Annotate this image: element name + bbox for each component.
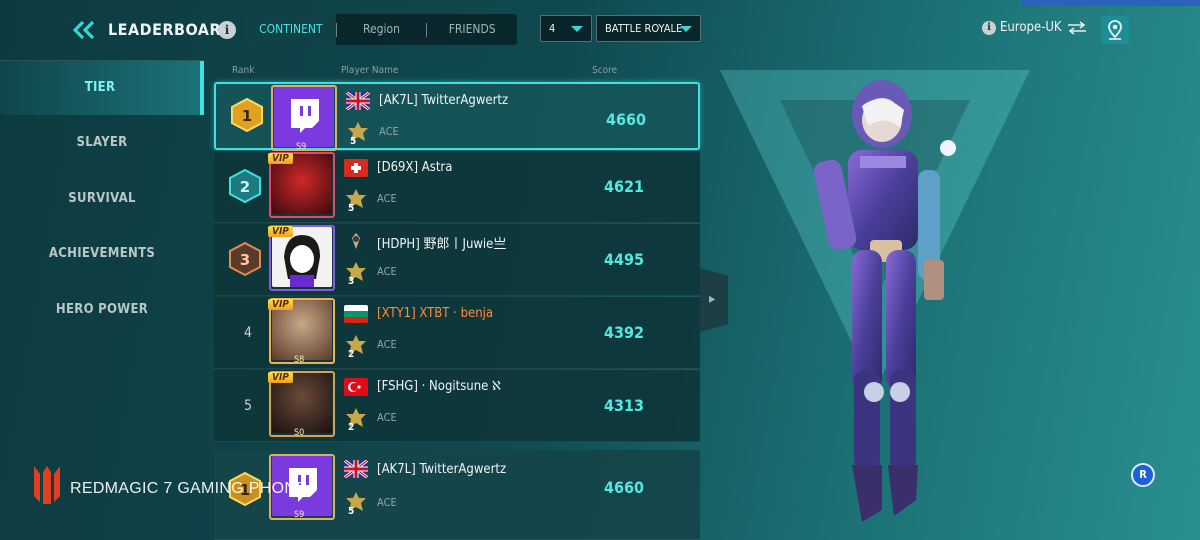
score-value: 4313 — [603, 396, 645, 415]
score-value: 4392 — [603, 323, 645, 342]
chevron-down-icon — [680, 26, 692, 32]
flag-turkey-icon — [344, 378, 368, 396]
table-row[interactable]: 1 S9 [AK7L] TwitterAgwertz 5 ACE 4660 — [214, 82, 700, 152]
tier-label: ACE — [377, 265, 397, 278]
flag-uk-icon — [344, 460, 368, 478]
location-button[interactable] — [1101, 16, 1129, 44]
tier-label: ACE — [379, 125, 399, 138]
rank-number: 5 — [243, 398, 252, 414]
redmagic-logo-icon — [34, 466, 60, 504]
location-pin-icon — [1108, 20, 1122, 40]
flag-uk-icon — [346, 92, 370, 110]
swap-icon[interactable] — [1066, 20, 1088, 35]
player-name[interactable]: [FSHG] · Nogitsune ℵ — [377, 379, 501, 394]
score-value: 4660 — [603, 478, 645, 497]
column-header-player: Player Name — [341, 65, 399, 76]
chevron-down-icon — [571, 26, 583, 32]
season-label: S8 — [294, 355, 305, 365]
region-label: Europe-UK — [1000, 20, 1062, 35]
tier-label: ACE — [377, 496, 397, 509]
mode-select-value: BATTLE ROYALE — [605, 22, 683, 35]
count-select-value: 4 — [549, 22, 556, 35]
tier-label: ACE — [377, 338, 397, 351]
tier-label: ACE — [377, 192, 397, 205]
hero-character — [813, 80, 956, 522]
rank-number: 3 — [240, 251, 250, 269]
score-value: 4495 — [603, 250, 645, 269]
sidebar-item-slayer[interactable]: SLAYER — [0, 116, 204, 170]
region-switcher[interactable]: i Europe-UK — [982, 20, 1088, 35]
vip-badge: VIP — [268, 299, 293, 310]
player-name[interactable]: [HDPH] 野郎丨Juwie亗 — [377, 233, 506, 252]
rank-number: 4 — [243, 325, 252, 341]
sidebar-item-tier[interactable]: TIER — [0, 61, 204, 115]
collapse-panel-tab[interactable]: ▸ — [700, 268, 728, 332]
page-title: LEADERBOARD — [108, 20, 234, 39]
score-value: 4621 — [603, 177, 645, 196]
sidebar-item-achievements[interactable]: ACHIEVEMENTS — [0, 227, 204, 281]
rank-2-badge-icon: 2 — [229, 169, 261, 203]
tier-level: 5 — [350, 136, 357, 147]
player-name[interactable]: [D69X] Astra — [377, 160, 452, 175]
player-name[interactable]: [AK7L] TwitterAgwertz — [377, 462, 506, 477]
tier-level: 5 — [348, 506, 355, 517]
header: LEADERBOARD i CONTINENT Region FRIENDS 4… — [0, 0, 1200, 60]
season-label: S9 — [294, 510, 305, 520]
tier-level: 3 — [348, 276, 355, 287]
back-icon[interactable] — [72, 20, 98, 40]
count-select[interactable]: 4 — [540, 15, 592, 42]
device-watermark: REDMAGIC 7 GAMING PHONE — [70, 480, 308, 497]
score-value: 4660 — [605, 110, 647, 129]
clan-emblem-icon — [352, 233, 360, 249]
tab-friends[interactable]: FRIENDS — [427, 14, 517, 45]
vip-badge: VIP — [268, 372, 293, 383]
tier-level: 5 — [348, 203, 355, 214]
rank-3-badge-icon: 3 — [229, 242, 261, 276]
r-floating-button[interactable]: R — [1131, 463, 1155, 487]
rank-number: 1 — [242, 107, 252, 125]
tab-region[interactable]: Region — [337, 14, 427, 45]
column-header-score: Score — [592, 65, 618, 76]
table-row[interactable]: 4 VIP S8 [XTY1] XTBT · benja 2 ACE 4392 — [214, 297, 700, 369]
mode-select[interactable]: BATTLE ROYALE — [596, 15, 701, 42]
vip-badge: VIP — [268, 153, 293, 164]
table-row[interactable]: 2 VIP [D69X] Astra 5 ACE 4621 — [214, 151, 700, 223]
tier-level: 2 — [348, 349, 355, 360]
region-info-icon[interactable]: i — [982, 20, 996, 35]
sidebar-item-survival[interactable]: SURVIVAL — [0, 172, 204, 226]
tab-continent[interactable]: CONTINENT — [246, 14, 336, 45]
player-name[interactable]: [XTY1] XTBT · benja — [377, 306, 493, 321]
flag-switzerland-icon — [344, 159, 368, 177]
season-label: S0 — [294, 428, 305, 438]
scope-tabs: CONTINENT Region FRIENDS — [246, 14, 517, 45]
tier-label: ACE — [377, 411, 397, 424]
table-row[interactable]: 3 VIP [HDPH] 野郎丨Juwie亗 3 ACE 4495 — [214, 224, 700, 296]
rank-number: 2 — [240, 178, 250, 196]
vip-badge: VIP — [268, 226, 293, 237]
info-icon[interactable]: i — [218, 21, 236, 39]
table-row[interactable]: 5 VIP S0 [FSHG] · Nogitsune ℵ 2 ACE 4313 — [214, 370, 700, 442]
sidebar-item-hero-power[interactable]: HERO POWER — [0, 283, 204, 337]
flag-bulgaria-icon — [344, 305, 368, 323]
rank-1-badge-icon: 1 — [231, 98, 263, 132]
tier-level: 2 — [348, 422, 355, 433]
column-header-rank: Rank — [232, 65, 255, 76]
player-name[interactable]: [AK7L] TwitterAgwertz — [379, 93, 508, 108]
chevron-right-icon: ▸ — [709, 291, 716, 307]
